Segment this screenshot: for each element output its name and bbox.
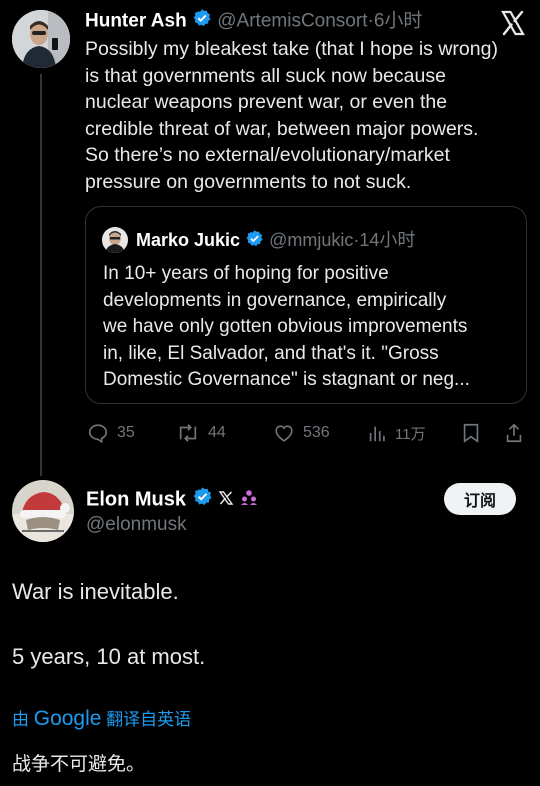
quote-line: In 10+ years of hoping for positive [103, 263, 389, 284]
views-count: 11万 [395, 425, 426, 443]
share-icon [506, 423, 522, 443]
x-logo-icon[interactable] [498, 8, 528, 38]
reply-button[interactable]: 35 [87, 422, 135, 444]
tweet-body: Possibly my bleakest take (that I hope i… [85, 36, 530, 195]
tweet-line: Possibly my bleakest take (that I hope i… [85, 38, 498, 60]
quoted-tweet-card[interactable]: Marko Jukic @mmjukic·14小时 In 10+ years o… [85, 206, 527, 404]
like-count: 536 [303, 424, 330, 441]
elon-tweet-line-2: 5 years, 10 at most. [12, 644, 206, 669]
thread-connector-line [40, 74, 42, 476]
tweet-time[interactable]: 6小时 [374, 11, 423, 32]
hunter-ash-avatar[interactable] [12, 10, 70, 68]
elon-musk-handle[interactable]: @elonmusk [86, 513, 187, 537]
verified-badge-icon [192, 486, 213, 514]
repost-icon [179, 424, 197, 442]
elon-musk-name[interactable]: Elon Musk [86, 488, 186, 510]
translated-text: 战争不可避免。 [12, 754, 146, 775]
quote-line: developments in governance, empirically [103, 289, 447, 311]
tweet-line: is that governments all suck now because [85, 64, 446, 87]
marko-jukic-handle[interactable]: @mmjukic [269, 230, 353, 250]
elon-tweet-line-1: War is inevitable. [12, 579, 179, 604]
community-people-icon [240, 487, 258, 513]
google-logo: Google [33, 707, 102, 730]
tweet-line: So there’s no external/evolutionary/mark… [85, 144, 450, 166]
translate-prefix: 由 [12, 710, 29, 729]
translate-suffix: 翻译自英语 [106, 710, 192, 729]
reply-icon [88, 424, 108, 444]
quote-line: Domestic Governance" is stagnant or neg.… [103, 369, 470, 390]
verified-badge-icon [245, 229, 264, 254]
share-button[interactable] [504, 422, 524, 444]
marko-jukic-avatar[interactable] [102, 227, 128, 253]
quote-body: In 10+ years of hoping for positive deve… [103, 261, 523, 394]
quote-line: in, like, El Salvador, and that's it. "G… [103, 342, 439, 364]
tweet-line: credible threat of war, between major po… [85, 117, 479, 140]
views-button[interactable]: 11万 [367, 422, 426, 444]
x-affiliate-icon [218, 487, 234, 513]
tweet-line: nuclear weapons prevent war, or even the [85, 91, 448, 113]
reply-count: 35 [117, 424, 135, 441]
views-chart-icon [369, 426, 385, 442]
bookmark-button[interactable] [461, 422, 481, 444]
like-button[interactable]: 536 [273, 422, 330, 444]
elon-musk-avatar[interactable] [12, 480, 74, 542]
repost-count: 44 [208, 424, 226, 441]
tweet-line: pressure on governments to not suck. [85, 170, 412, 193]
verified-badge-icon [192, 8, 212, 35]
repost-button[interactable]: 44 [176, 422, 226, 444]
hunter-ash-name[interactable]: Hunter Ash [85, 11, 187, 32]
quote-line: we have only gotten obvious improvements [103, 316, 468, 337]
quote-time[interactable]: 14小时 [359, 230, 415, 250]
bookmark-icon [463, 423, 479, 443]
heart-icon [275, 425, 293, 442]
marko-jukic-name[interactable]: Marko Jukic [136, 230, 240, 250]
subscribe-button[interactable]: 订阅 [444, 483, 516, 515]
translate-link[interactable]: 由 Google 翻译自英语 [12, 706, 191, 733]
hunter-ash-handle[interactable]: @ArtemisConsort [217, 11, 367, 32]
